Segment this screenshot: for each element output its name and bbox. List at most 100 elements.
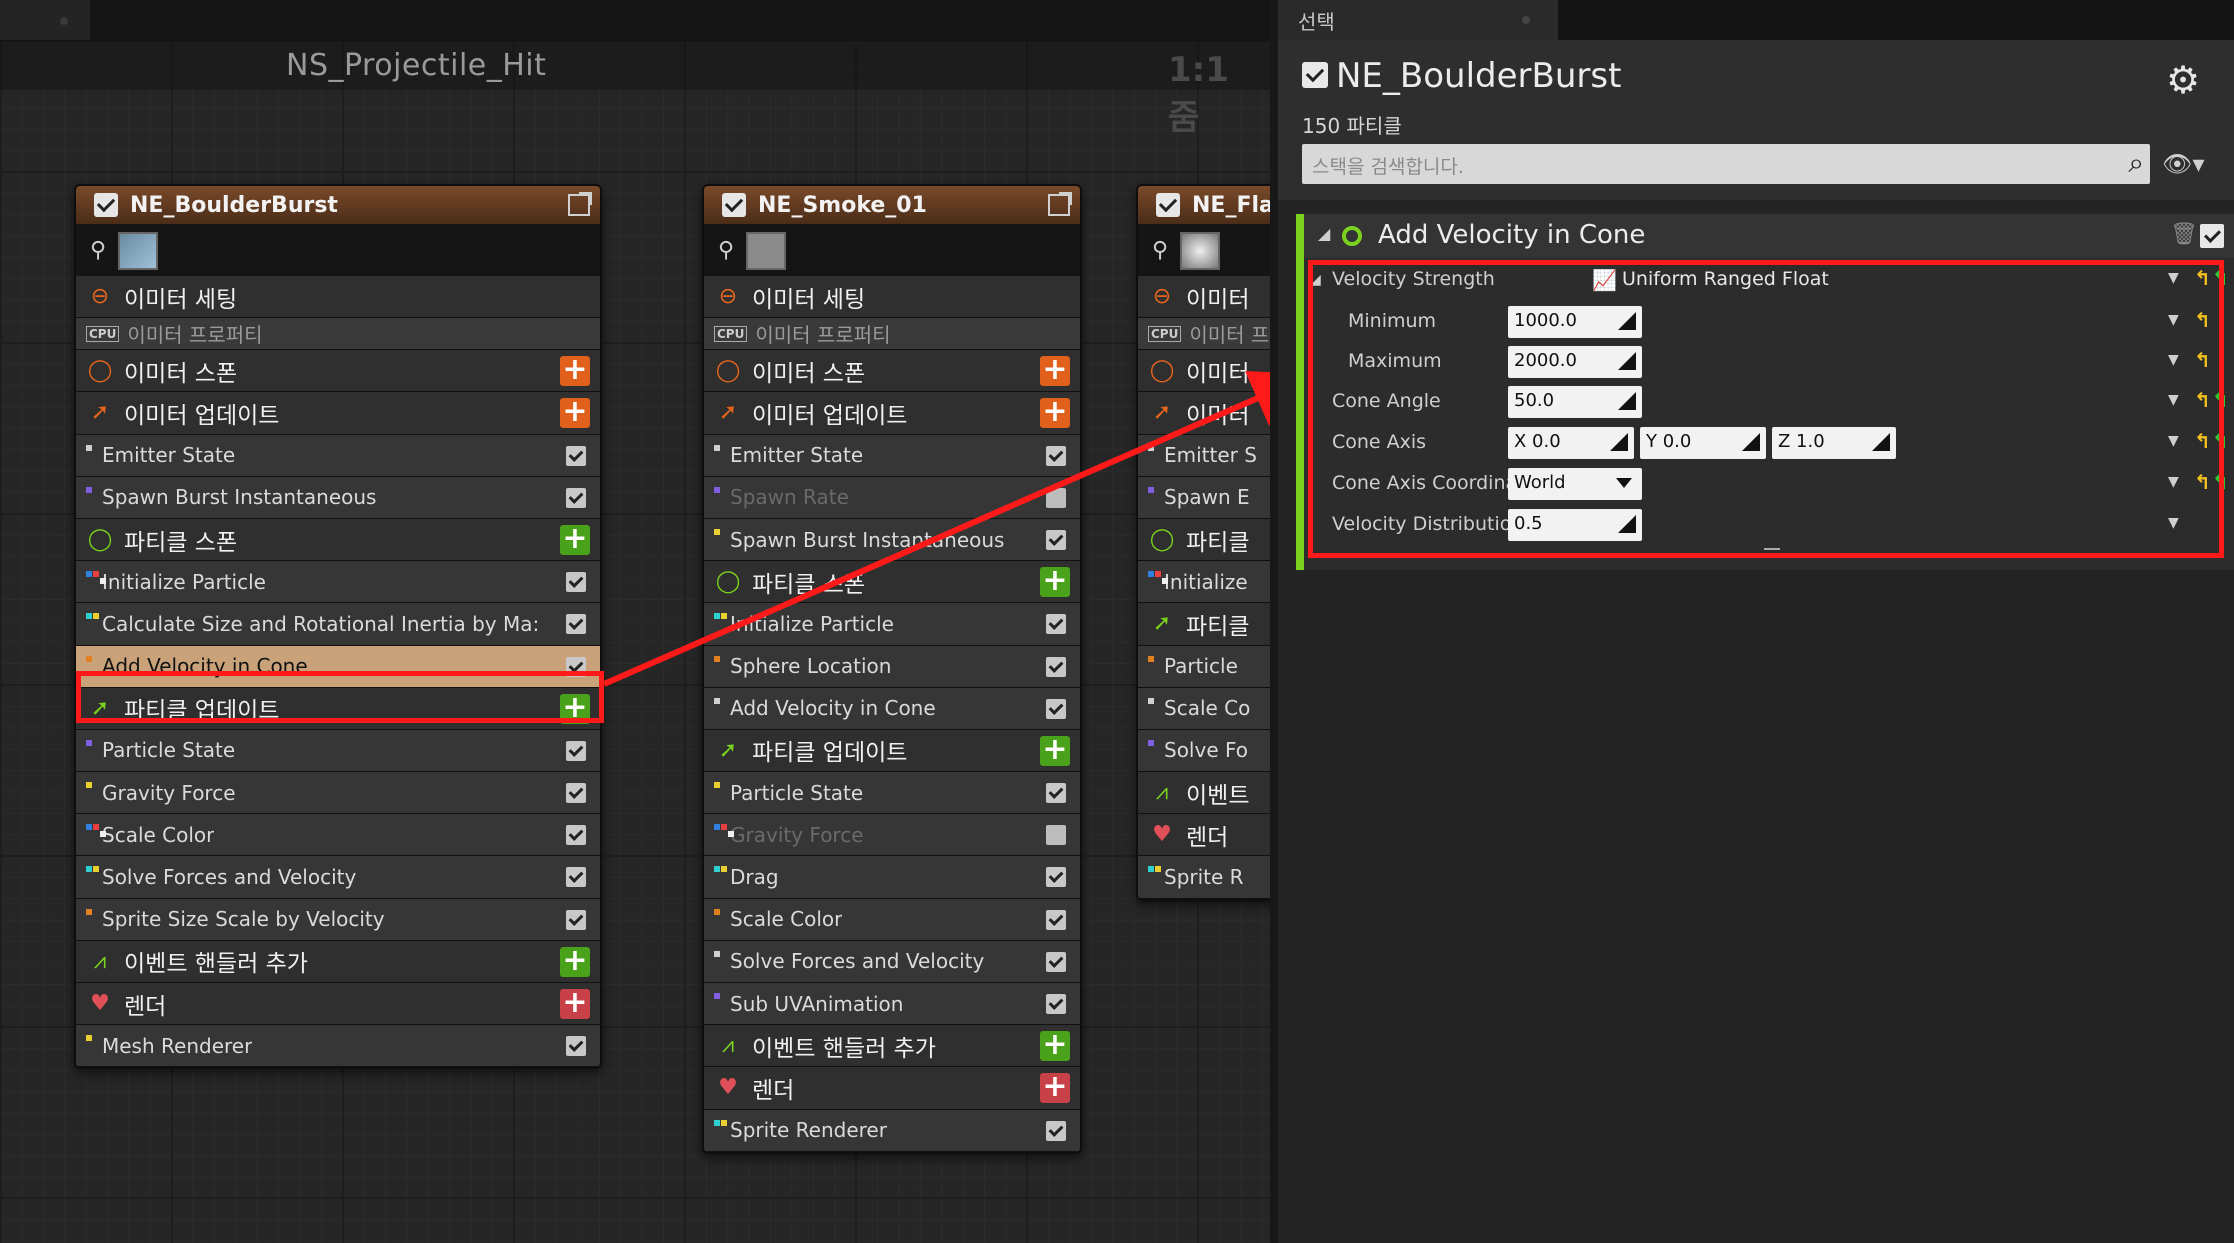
module-enable-checkbox[interactable] [1046, 1120, 1066, 1141]
emitter-node-header[interactable]: NE_Smoke_01 [704, 186, 1080, 224]
tab-close-dot[interactable] [60, 17, 68, 25]
module-row[interactable]: Emitter State [76, 434, 600, 477]
add-module-button[interactable]: + [560, 397, 590, 429]
add-module-button[interactable]: + [560, 355, 590, 387]
module-enable-checkbox[interactable] [1046, 951, 1066, 972]
emitter-enable-checkbox[interactable] [94, 193, 118, 217]
system-graph[interactable]: NS_Projectile_Hit 1:1 줌 NE_BoulderBurst ⚲… [0, 0, 1270, 1243]
stage-row[interactable]: ♥ 렌더 [1138, 814, 1270, 857]
module-row[interactable]: Spawn Rate [704, 476, 1080, 519]
module-row[interactable]: Emitter S [1138, 434, 1270, 477]
module-enable-checkbox[interactable] [1046, 487, 1066, 508]
module-row[interactable]: Calculate Size and Rotational Inertia by… [76, 603, 600, 646]
stage-row[interactable]: ◯ 이미터 [1138, 350, 1270, 393]
stage-row[interactable]: ◯ 파티클 [1138, 518, 1270, 562]
add-module-button[interactable]: + [1040, 397, 1070, 429]
stage-row[interactable]: ⊖ 이미터 세팅 [76, 276, 600, 319]
module-enable-checkbox[interactable] [1046, 698, 1066, 719]
emitter-enable-checkbox[interactable] [1302, 62, 1328, 88]
emitter-node-header[interactable]: NE_Fla [1138, 186, 1270, 224]
stage-row[interactable]: ➚ 이미터 업데이트 + [76, 392, 600, 435]
module-enable-checkbox[interactable] [566, 445, 586, 466]
module-row[interactable]: Scale Color [704, 898, 1080, 941]
add-module-button[interactable]: + [1040, 734, 1070, 766]
module-row[interactable]: Sprite Size Scale by Velocity [76, 898, 600, 941]
tab-close-dot[interactable] [1522, 16, 1530, 24]
tab-selection[interactable]: 선택 [1278, 0, 1558, 40]
pin-icon[interactable]: ⚲ [718, 238, 734, 263]
module-enable-checkbox[interactable] [1046, 529, 1066, 550]
module-header[interactable]: ◢ Add Velocity in Cone 🗑 [1304, 214, 2234, 258]
module-row[interactable]: Particle [1138, 645, 1270, 688]
module-enable-checkbox[interactable] [566, 740, 586, 761]
module-row[interactable]: Scale Color [76, 814, 600, 857]
stage-row[interactable]: ◯ 이미터 스폰 + [704, 350, 1080, 393]
stage-row[interactable]: ⊖ 이미터 세팅 [704, 276, 1080, 319]
module-row[interactable]: Gravity Force [704, 814, 1080, 857]
stage-row[interactable]: ◯ 이미터 스폰 + [76, 350, 600, 393]
add-module-button[interactable]: + [1040, 1072, 1070, 1104]
module-row[interactable]: Sub UVAnimation [704, 983, 1080, 1026]
open-emitter-icon[interactable] [1048, 192, 1072, 216]
stage-row[interactable]: ➚ 이미터 [1138, 392, 1270, 435]
emitter-enable-checkbox[interactable] [722, 193, 746, 217]
stage-row[interactable]: ⩘ 이벤트 핸들러 추가 + [76, 940, 600, 983]
pin-icon[interactable]: ⚲ [90, 238, 106, 263]
stack-search-input[interactable]: 스택을 검색합니다. ⌕ [1302, 144, 2150, 184]
module-row[interactable]: Solve Forces and Velocity [76, 856, 600, 899]
module-enable-checkbox[interactable] [2200, 224, 2224, 248]
module-row[interactable]: Mesh Renderer [76, 1025, 600, 1068]
stage-row[interactable]: ➚ 파티클 [1138, 603, 1270, 646]
graph-tab[interactable] [0, 0, 90, 40]
stage-row[interactable]: ⩘ 이벤트 [1138, 772, 1270, 815]
emitter-properties-row[interactable]: CPU 이미터 프로퍼티 [704, 318, 1080, 351]
emitter-enable-checkbox[interactable] [1156, 193, 1180, 217]
stage-row[interactable]: ➚ 이미터 업데이트 + [704, 392, 1080, 435]
add-module-button[interactable]: + [1040, 355, 1070, 387]
stage-row[interactable]: ⩘ 이벤트 핸들러 추가 + [704, 1025, 1080, 1068]
module-row[interactable]: Scale Co [1138, 687, 1270, 730]
module-row[interactable]: Sprite R [1138, 856, 1270, 899]
module-enable-checkbox[interactable] [566, 487, 586, 508]
module-enable-checkbox[interactable] [1046, 783, 1066, 804]
module-enable-checkbox[interactable] [1046, 656, 1066, 677]
add-module-button[interactable]: + [560, 523, 590, 555]
module-row[interactable]: Solve Fo [1138, 729, 1270, 773]
module-row[interactable]: Sphere Location [704, 645, 1080, 688]
module-enable-checkbox[interactable] [1046, 909, 1066, 930]
module-row[interactable]: Emitter State [704, 434, 1080, 477]
add-module-button[interactable]: + [1040, 1030, 1070, 1062]
module-enable-checkbox[interactable] [566, 1036, 586, 1057]
add-module-button[interactable]: + [560, 988, 590, 1019]
module-enable-checkbox[interactable] [1046, 614, 1066, 635]
module-enable-checkbox[interactable] [1046, 867, 1066, 888]
search-icon[interactable]: ⌕ [2128, 146, 2144, 180]
module-row[interactable]: Solve Forces and Velocity [704, 940, 1080, 983]
stage-row[interactable]: ♥ 렌더 + [704, 1067, 1080, 1110]
pin-icon[interactable]: ⚲ [1152, 238, 1168, 263]
module-row[interactable]: Add Velocity in Cone [704, 687, 1080, 730]
module-enable-checkbox[interactable] [566, 867, 586, 888]
emitter-properties-row[interactable]: CPU 이미터 프로퍼티 [76, 318, 600, 351]
module-row[interactable]: Drag [704, 856, 1080, 899]
module-row[interactable]: Initialize Particle [704, 603, 1080, 646]
module-enable-checkbox[interactable] [1046, 825, 1066, 846]
emitter-node[interactable]: NE_BoulderBurst ⚲ ⊖ 이미터 세팅 CPU 이미터 프로퍼티 ◯ 이미터 스… [74, 184, 602, 1070]
stage-row[interactable]: ➚ 파티클 업데이트 + [704, 729, 1080, 773]
trash-icon[interactable]: 🗑 [2170, 222, 2198, 247]
add-module-button[interactable]: + [560, 945, 590, 977]
stage-row[interactable]: ♥ 렌더 + [76, 983, 600, 1026]
emitter-properties-row[interactable]: CPU 이미터 프 [1138, 318, 1270, 351]
gear-icon[interactable]: ⚙ [2166, 58, 2200, 102]
stage-row[interactable]: ◯ 파티클 스폰 + [704, 561, 1080, 604]
open-emitter-icon[interactable] [568, 192, 592, 216]
module-enable-checkbox[interactable] [1046, 994, 1066, 1014]
module-enable-checkbox[interactable] [566, 909, 586, 930]
module-row[interactable]: Initialize [1138, 561, 1270, 604]
collapse-triangle-icon[interactable]: ◢ [1318, 224, 1330, 243]
module-row[interactable]: Sprite Renderer [704, 1109, 1080, 1152]
visibility-eye-icon[interactable]: 👁▾ [2162, 150, 2205, 178]
module-enable-checkbox[interactable] [566, 825, 586, 846]
emitter-node[interactable]: NE_Smoke_01 ⚲ ⊖ 이미터 세팅 CPU 이미터 프로퍼티 ◯ 이미터 스폰 + ➚ 이… [702, 184, 1082, 1154]
module-row[interactable]: Spawn E [1138, 476, 1270, 519]
